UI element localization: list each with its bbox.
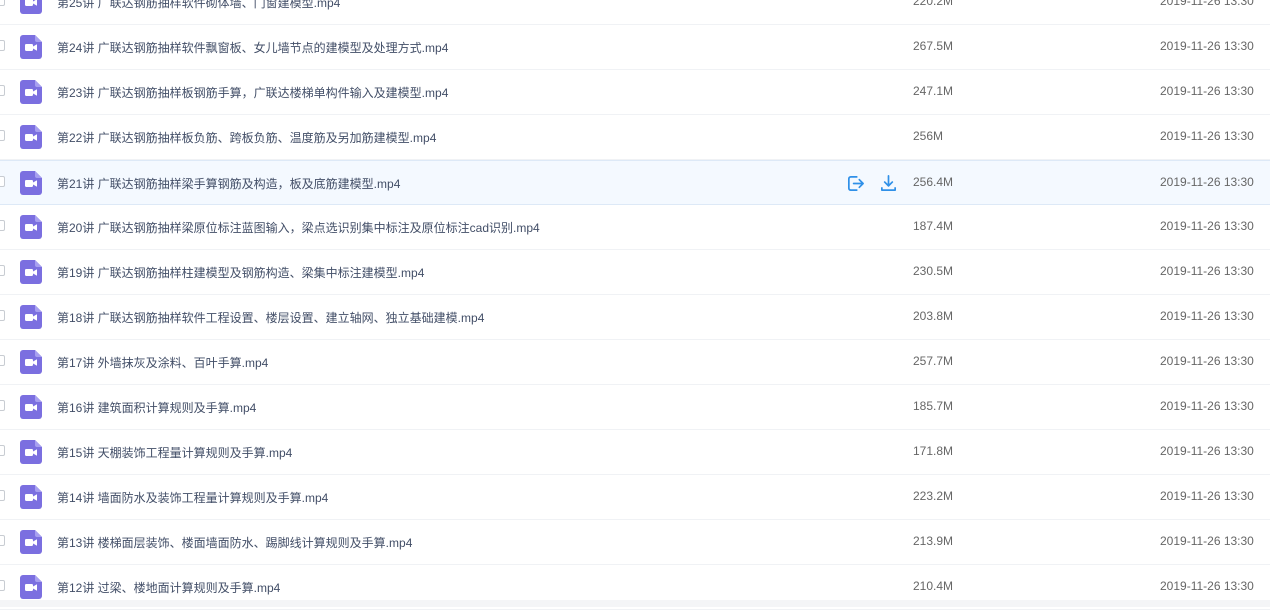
row-checkbox[interactable] <box>0 445 5 456</box>
row-actions <box>846 174 898 193</box>
video-file-icon <box>20 485 42 509</box>
file-row[interactable]: 第21讲 广联达钢筋抽样梁手算钢筋及构造，板及底筋建模型.mp4 256.4M 20… <box>0 160 1270 205</box>
row-checkbox[interactable] <box>0 265 5 276</box>
bottom-strip <box>0 600 1270 607</box>
file-row[interactable]: 第13讲 楼梯面层装饰、楼面墙面防水、踢脚线计算规则及手算.mp4 213.9M 2… <box>0 520 1270 565</box>
file-date: 2019-11-26 13:30 <box>1160 264 1254 278</box>
file-date: 2019-11-26 13:30 <box>1160 175 1254 189</box>
video-file-icon <box>20 395 42 419</box>
file-size: 187.4M <box>913 219 954 233</box>
file-date: 2019-11-26 13:30 <box>1160 579 1254 593</box>
file-size: 223.2M <box>913 489 954 503</box>
file-name-link[interactable]: 第18讲 广联达钢筋抽样软件工程设置、楼层设置、建立轴网、独立基础建模.mp4 <box>57 309 484 326</box>
file-size: 210.4M <box>913 579 954 593</box>
file-row[interactable]: 第17讲 外墙抹灰及涂料、百叶手算.mp4 257.7M 2019-11-26 13… <box>0 340 1270 385</box>
file-row[interactable]: 第19讲 广联达钢筋抽样柱建模型及钢筋构造、梁集中标注建模型.mp4 230.5M… <box>0 250 1270 295</box>
file-size: 220.2M <box>913 0 954 8</box>
file-name-link[interactable]: 第21讲 广联达钢筋抽样梁手算钢筋及构造，板及底筋建模型.mp4 <box>57 175 400 192</box>
file-size: 213.9M <box>913 534 954 548</box>
file-name-link[interactable]: 第16讲 建筑面积计算规则及手算.mp4 <box>57 399 256 416</box>
row-checkbox[interactable] <box>0 310 5 321</box>
file-row[interactable]: 第15讲 天棚装饰工程量计算规则及手算.mp4 171.8M 2019-11-26 … <box>0 430 1270 475</box>
file-row[interactable]: 第16讲 建筑面积计算规则及手算.mp4 185.7M 2019-11-26 13:… <box>0 385 1270 430</box>
video-file-icon <box>20 305 42 329</box>
file-name-link[interactable]: 第24讲 广联达钢筋抽样软件飘窗板、女儿墙节点的建模型及处理方式.mp4 <box>57 39 448 56</box>
video-file-icon <box>20 35 42 59</box>
file-row[interactable]: 第25讲 广联达钢筋抽样软件砌体墙、门窗建模型.mp4 220.2M 2019-11… <box>0 0 1270 25</box>
file-size: 230.5M <box>913 264 954 278</box>
row-checkbox[interactable] <box>0 0 5 6</box>
row-checkbox[interactable] <box>0 40 5 51</box>
file-size: 247.1M <box>913 84 954 98</box>
video-file-icon <box>20 530 42 554</box>
video-file-icon <box>20 215 42 239</box>
file-date: 2019-11-26 13:30 <box>1160 84 1254 98</box>
row-checkbox[interactable] <box>0 490 5 501</box>
file-date: 2019-11-26 13:30 <box>1160 0 1254 8</box>
video-file-icon <box>20 125 42 149</box>
file-list: 第25讲 广联达钢筋抽样软件砌体墙、门窗建模型.mp4 220.2M 2019-11… <box>0 0 1270 610</box>
row-checkbox[interactable] <box>0 400 5 411</box>
file-date: 2019-11-26 13:30 <box>1160 39 1254 53</box>
file-date: 2019-11-26 13:30 <box>1160 354 1254 368</box>
row-checkbox[interactable] <box>0 535 5 546</box>
file-name-link[interactable]: 第20讲 广联达钢筋抽样梁原位标注蓝图输入，梁点选识别集中标注及原位标注cad识… <box>57 219 540 236</box>
file-name-link[interactable]: 第25讲 广联达钢筋抽样软件砌体墙、门窗建模型.mp4 <box>57 0 340 11</box>
row-checkbox[interactable] <box>0 220 5 231</box>
file-date: 2019-11-26 13:30 <box>1160 129 1254 143</box>
row-checkbox[interactable] <box>0 85 5 96</box>
row-checkbox[interactable] <box>0 130 5 141</box>
file-name-link[interactable]: 第17讲 外墙抹灰及涂料、百叶手算.mp4 <box>57 354 268 371</box>
row-checkbox[interactable] <box>0 176 5 187</box>
row-checkbox[interactable] <box>0 580 5 591</box>
video-file-icon <box>20 260 42 284</box>
file-size: 257.7M <box>913 354 954 368</box>
file-size: 171.8M <box>913 444 954 458</box>
video-file-icon <box>20 575 42 599</box>
file-row[interactable]: 第24讲 广联达钢筋抽样软件飘窗板、女儿墙节点的建模型及处理方式.mp4 267.… <box>0 25 1270 70</box>
file-row[interactable]: 第20讲 广联达钢筋抽样梁原位标注蓝图输入，梁点选识别集中标注及原位标注cad识… <box>0 205 1270 250</box>
file-size: 203.8M <box>913 309 954 323</box>
file-date: 2019-11-26 13:30 <box>1160 444 1254 458</box>
file-date: 2019-11-26 13:30 <box>1160 399 1254 413</box>
file-size: 256M <box>913 129 944 143</box>
file-date: 2019-11-26 13:30 <box>1160 534 1254 548</box>
file-name-link[interactable]: 第22讲 广联达钢筋抽样板负筋、跨板负筋、温度筋及另加筋建模型.mp4 <box>57 129 436 146</box>
file-row[interactable]: 第18讲 广联达钢筋抽样软件工程设置、楼层设置、建立轴网、独立基础建模.mp4 2… <box>0 295 1270 340</box>
file-row[interactable]: 第23讲 广联达钢筋抽样板钢筋手算，广联达楼梯单构件输入及建模型.mp4 247.… <box>0 70 1270 115</box>
share-icon[interactable] <box>846 174 865 193</box>
video-file-icon <box>20 80 42 104</box>
file-name-link[interactable]: 第13讲 楼梯面层装饰、楼面墙面防水、踢脚线计算规则及手算.mp4 <box>57 534 412 551</box>
video-file-icon <box>20 440 42 464</box>
file-size: 267.5M <box>913 39 954 53</box>
file-date: 2019-11-26 13:30 <box>1160 219 1254 233</box>
file-name-link[interactable]: 第12讲 过梁、楼地面计算规则及手算.mp4 <box>57 579 280 596</box>
row-checkbox[interactable] <box>0 355 5 366</box>
file-name-link[interactable]: 第15讲 天棚装饰工程量计算规则及手算.mp4 <box>57 444 292 461</box>
file-row[interactable]: 第14讲 墙面防水及装饰工程量计算规则及手算.mp4 223.2M 2019-11-… <box>0 475 1270 520</box>
video-file-icon <box>20 0 42 14</box>
download-icon[interactable] <box>879 174 898 193</box>
file-row[interactable]: 第22讲 广联达钢筋抽样板负筋、跨板负筋、温度筋及另加筋建模型.mp4 256M 2… <box>0 115 1270 160</box>
file-date: 2019-11-26 13:30 <box>1160 309 1254 323</box>
file-name-link[interactable]: 第23讲 广联达钢筋抽样板钢筋手算，广联达楼梯单构件输入及建模型.mp4 <box>57 84 448 101</box>
file-size: 185.7M <box>913 399 954 413</box>
file-name-link[interactable]: 第14讲 墙面防水及装饰工程量计算规则及手算.mp4 <box>57 489 328 506</box>
file-date: 2019-11-26 13:30 <box>1160 489 1254 503</box>
file-name-link[interactable]: 第19讲 广联达钢筋抽样柱建模型及钢筋构造、梁集中标注建模型.mp4 <box>57 264 424 281</box>
video-file-icon <box>20 350 42 374</box>
video-file-icon <box>20 171 42 195</box>
file-size: 256.4M <box>913 175 954 189</box>
